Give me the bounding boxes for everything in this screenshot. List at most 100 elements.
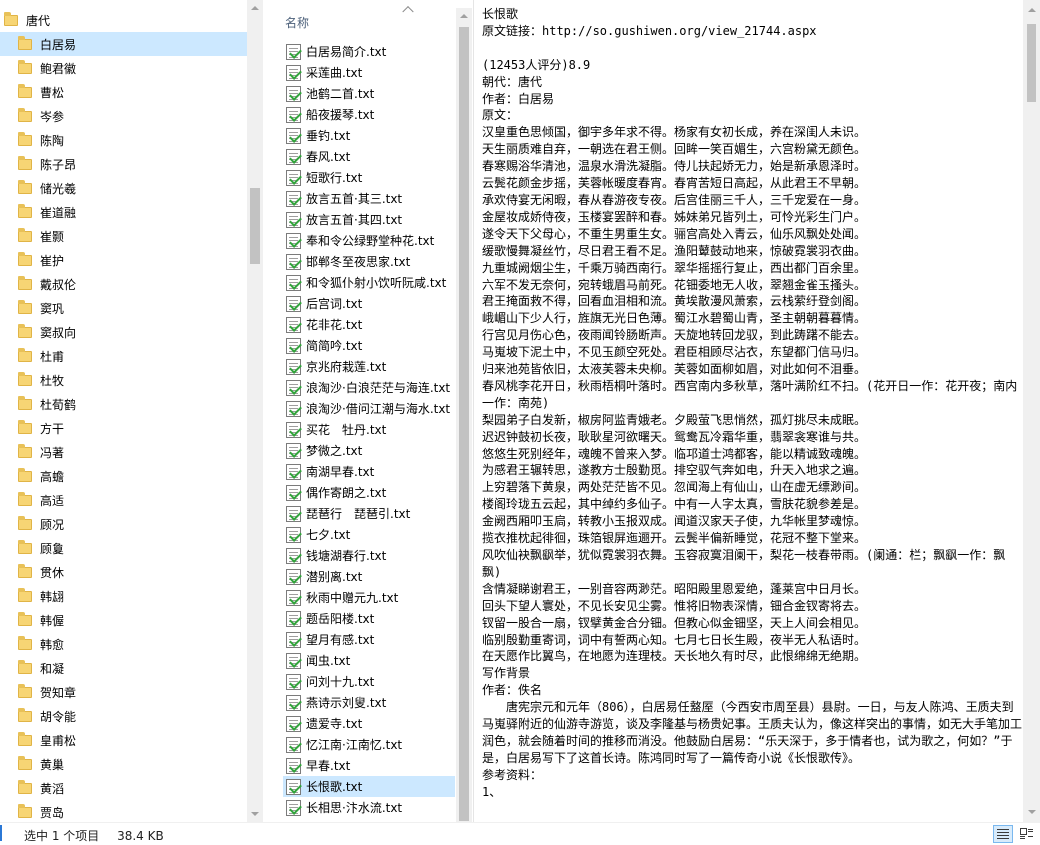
file-item[interactable]: 浪淘沙·借问江潮与海水.txt: [283, 398, 455, 419]
file-name: 遗爱寺.txt: [306, 717, 363, 731]
file-item[interactable]: 浪淘沙·白浪茫茫与海连.txt: [283, 377, 455, 398]
file-item[interactable]: 池鹤二首.txt: [283, 83, 455, 104]
large-icons-view-button[interactable]: [1017, 825, 1037, 843]
preview-line: 金屋妆成娇侍夜，玉楼宴罢醉和春。姊妹弟兄皆列土，可怜光彩生门户。: [482, 209, 867, 224]
folder-item[interactable]: 岑参: [0, 104, 247, 128]
folder-item[interactable]: 高蟾: [0, 464, 247, 488]
file-item[interactable]: 望月有感.txt: [283, 629, 455, 650]
folder-item[interactable]: 戴叔伦: [0, 272, 247, 296]
folder-item[interactable]: 黄滔: [0, 776, 247, 800]
scroll-up-arrow-icon[interactable]: [251, 6, 259, 10]
scroll-up-arrow-icon[interactable]: [460, 14, 468, 18]
folder-item[interactable]: 贺知章: [0, 680, 247, 704]
file-item[interactable]: 南湖早春.txt: [283, 461, 455, 482]
text-file-icon: [286, 316, 301, 333]
status-edge-marker: [0, 825, 2, 841]
file-item[interactable]: 遗爱寺.txt: [283, 713, 455, 734]
file-item[interactable]: 和令狐仆射小饮听阮咸.txt: [283, 272, 455, 293]
folder-item[interactable]: 顾况: [0, 512, 247, 536]
folder-item[interactable]: 贯休: [0, 560, 247, 584]
folder-item[interactable]: 杜甫: [0, 344, 247, 368]
file-name: 望月有感.txt: [306, 633, 375, 647]
folder-item[interactable]: 杜牧: [0, 368, 247, 392]
details-view-button[interactable]: [993, 825, 1013, 843]
text-file-icon: [286, 589, 301, 606]
file-item[interactable]: 闻虫.txt: [283, 650, 455, 671]
folder-item[interactable]: 韩偓: [0, 608, 247, 632]
folder-item[interactable]: 陈陶: [0, 128, 247, 152]
folder-scrollbar[interactable]: [247, 0, 263, 822]
file-item[interactable]: 后宫词.txt: [283, 293, 455, 314]
file-item[interactable]: 秋雨中赠元九.txt: [283, 587, 455, 608]
folder-item[interactable]: 韩愈: [0, 632, 247, 656]
file-item[interactable]: 邯郸冬至夜思家.txt: [283, 251, 455, 272]
file-item[interactable]: 垂钓.txt: [283, 125, 455, 146]
folder-item[interactable]: 高适: [0, 488, 247, 512]
folder-item[interactable]: 冯著: [0, 440, 247, 464]
file-item[interactable]: 春风.txt: [283, 146, 455, 167]
preview-scroll-thumb[interactable]: [1027, 24, 1036, 102]
scroll-up-arrow-icon[interactable]: [1028, 8, 1036, 12]
file-item[interactable]: 梦微之.txt: [283, 440, 455, 461]
folder-item[interactable]: 崔护: [0, 248, 247, 272]
folder-item[interactable]: 窦巩: [0, 296, 247, 320]
file-item[interactable]: 白居易简介.txt: [283, 41, 455, 62]
file-item[interactable]: 忆江南·江南忆.txt: [283, 734, 455, 755]
column-header-name[interactable]: 名称: [263, 0, 473, 36]
folder-scroll-thumb[interactable]: [250, 188, 260, 264]
file-item[interactable]: 长恨歌.txt: [283, 776, 455, 797]
folder-item[interactable]: 黄巢: [0, 752, 247, 776]
file-item[interactable]: 花非花.txt: [283, 314, 455, 335]
file-item[interactable]: 偶作寄朗之.txt: [283, 482, 455, 503]
file-list-scrollbar[interactable]: [456, 8, 472, 822]
file-item[interactable]: 船夜援琴.txt: [283, 104, 455, 125]
folder-item[interactable]: 胡令能: [0, 704, 247, 728]
file-name: 京兆府栽莲.txt: [306, 360, 387, 374]
file-item[interactable]: 题岳阳楼.txt: [283, 608, 455, 629]
file-list-scroll-thumb[interactable]: [459, 27, 469, 821]
file-item[interactable]: 钱塘湖春行.txt: [283, 545, 455, 566]
file-item[interactable]: 奉和令公绿野堂种花.txt: [283, 230, 455, 251]
file-item[interactable]: 潜别离.txt: [283, 566, 455, 587]
file-item[interactable]: 燕诗示刘叟.txt: [283, 692, 455, 713]
file-name: 放言五首·其四.txt: [306, 213, 403, 227]
folder-item[interactable]: 杜荀鹤: [0, 392, 247, 416]
file-item[interactable]: 长相思·汴水流.txt: [283, 797, 455, 818]
folder-label: 杜甫: [40, 349, 65, 364]
preview-scrollbar[interactable]: [1023, 0, 1040, 822]
preview-line: 唐宪宗元和元年（806），白居易任盩厔（今西安市周至县）县尉。一日，与友人陈鸿、…: [482, 700, 1023, 765]
scroll-down-arrow-icon[interactable]: [251, 812, 259, 816]
folder-icon: [18, 395, 32, 410]
file-item[interactable]: 早春.txt: [283, 755, 455, 776]
folder-label: 戴叔伦: [40, 277, 77, 292]
folder-root[interactable]: 唐代: [0, 8, 247, 32]
file-name: 船夜援琴.txt: [306, 108, 375, 122]
folder-item[interactable]: 韩翃: [0, 584, 247, 608]
folder-item[interactable]: 和凝: [0, 656, 247, 680]
folder-item[interactable]: 白居易: [0, 32, 247, 56]
folder-item[interactable]: 陈子昂: [0, 152, 247, 176]
file-item[interactable]: 琵琶行 琵琶引.txt: [283, 503, 455, 524]
folder-item[interactable]: 窦叔向: [0, 320, 247, 344]
file-item[interactable]: 短歌行.txt: [283, 167, 455, 188]
folder-item[interactable]: 鲍君徽: [0, 56, 247, 80]
folder-item[interactable]: 崔颢: [0, 224, 247, 248]
file-item[interactable]: 采莲曲.txt: [283, 62, 455, 83]
scroll-down-arrow-icon[interactable]: [1028, 810, 1036, 814]
folder-item[interactable]: 贾岛: [0, 800, 247, 822]
file-item[interactable]: 放言五首·其四.txt: [283, 209, 455, 230]
file-item[interactable]: 七夕.txt: [283, 524, 455, 545]
file-item[interactable]: 问刘十九.txt: [283, 671, 455, 692]
file-item[interactable]: 简简吟.txt: [283, 335, 455, 356]
file-item[interactable]: 买花 牡丹.txt: [283, 419, 455, 440]
file-item[interactable]: 京兆府栽莲.txt: [283, 356, 455, 377]
file-item[interactable]: 放言五首·其三.txt: [283, 188, 455, 209]
folder-item[interactable]: 顾敻: [0, 536, 247, 560]
preview-line: 云鬓花颜金步摇，芙蓉帐暖度春宵。春宵苦短日高起，从此君王不早朝。: [482, 176, 867, 191]
file-name: 浪淘沙·借问江潮与海水.txt: [306, 402, 451, 416]
folder-item[interactable]: 方干: [0, 416, 247, 440]
folder-item[interactable]: 崔道融: [0, 200, 247, 224]
folder-item[interactable]: 皇甫松: [0, 728, 247, 752]
folder-item[interactable]: 曹松: [0, 80, 247, 104]
folder-item[interactable]: 储光羲: [0, 176, 247, 200]
